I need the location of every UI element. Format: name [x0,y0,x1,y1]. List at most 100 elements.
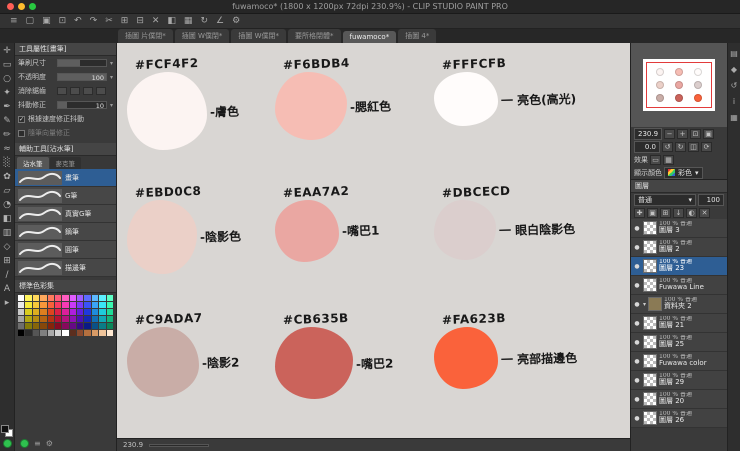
eyedropper-tool[interactable]: ✒ [1,101,14,114]
palette-color-cell[interactable] [40,330,47,336]
minimize-window-button[interactable] [18,3,25,10]
palette-color-cell[interactable] [47,295,54,301]
layer-visibility-eye-icon[interactable]: ● [633,263,641,270]
document-tab[interactable]: 插圖 4* [398,29,437,43]
palette-color-cell[interactable] [91,330,99,336]
document-tab[interactable]: fuwamoco* [342,31,397,43]
brush-list-item[interactable]: 鏑筆 [15,223,116,241]
layer-name[interactable]: 圖層 23 [659,265,692,273]
palette-settings-icon[interactable]: ⚙ [46,439,53,448]
tool-property-panel-header[interactable]: 工具屬性[畫筆] [15,43,116,56]
layer-visibility-eye-icon[interactable]: ● [633,320,641,327]
copy-icon[interactable]: ⊞ [121,16,129,26]
palette-color-cell[interactable] [99,295,106,301]
layer-thumbnail[interactable] [643,240,657,254]
navigator-rotate-value[interactable]: 0.0 [634,140,660,153]
palette-color-cell[interactable] [99,316,106,322]
palette-color-cell[interactable] [106,323,113,329]
blend-tool[interactable]: ◔ [1,199,14,212]
palette-color-cell[interactable] [54,330,62,336]
palette-color-cell[interactable] [77,316,84,322]
palette-color-cell[interactable] [69,302,77,308]
palette-color-cell[interactable] [40,295,47,301]
text-tool[interactable]: A [1,283,14,296]
brush-size-slider[interactable] [57,59,107,67]
palette-color-cell[interactable] [69,316,77,322]
ruler-tool[interactable]: ∕ [1,269,14,282]
brush-list-item[interactable]: 畫筆 [15,169,116,187]
opacity-dropdown-icon[interactable]: ▾ [110,74,113,81]
marquee-tool[interactable]: ▭ [1,59,14,72]
cut-icon[interactable]: ✂ [105,16,113,26]
layer-name[interactable]: 圖層 25 [659,341,692,349]
layer-visibility-eye-icon[interactable]: ● [633,301,641,308]
palette-color-cell[interactable] [32,309,40,315]
palette-color-cell[interactable] [106,302,113,308]
layer-row[interactable]: ● ▾ 100 % 普通 圖層 25 [631,333,727,352]
undo-icon[interactable]: ↶ [74,16,82,26]
layer-name[interactable]: Fuwawa Line [659,284,704,292]
antialias-none-button[interactable] [57,87,67,95]
menu-icon[interactable]: ≡ [10,16,18,26]
operation-tool[interactable]: ▸ [1,297,14,310]
palette-color-cell[interactable] [25,330,32,336]
layer-visibility-eye-icon[interactable]: ● [633,396,641,403]
palette-color-cell[interactable] [106,316,113,322]
palette-color-cell[interactable] [25,323,32,329]
paste-icon[interactable]: ⊟ [136,16,144,26]
airbrush-tool[interactable]: ░ [1,157,14,170]
palette-color-cell[interactable] [69,330,77,336]
palette-color-cell[interactable] [47,309,54,315]
zoom-out-icon[interactable]: − [664,128,676,139]
layer-visibility-eye-icon[interactable]: ● [633,225,641,232]
speed-correction-checkbox[interactable]: ✓ [18,115,25,123]
palette-color-cell[interactable] [62,323,69,329]
layer-name[interactable]: 圖層 20 [659,398,692,406]
palette-color-cell[interactable] [84,316,91,322]
display-color-select[interactable]: 彩色 ▾ [664,166,703,179]
document-tab[interactable]: 插圖 W僕閉* [174,29,230,43]
frame-tool[interactable]: ⊞ [1,255,14,268]
palette-color-cell[interactable] [106,309,113,315]
brush-list-item[interactable]: 描邊筆 [15,259,116,277]
palette-color-cell[interactable] [91,323,99,329]
palette-color-cell[interactable] [54,323,62,329]
information-icon[interactable]: i [733,97,735,106]
palette-color-cell[interactable] [69,309,77,315]
brush-list-item[interactable]: 真實G筆 [15,205,116,223]
layer-name[interactable]: 圖層 26 [659,417,692,425]
palette-color-cell[interactable] [62,302,69,308]
layer-thumbnail[interactable] [643,354,657,368]
layer-row[interactable]: ● ▾ 100 % 普通 圖層 21 [631,314,727,333]
palette-color-cell[interactable] [40,302,47,308]
palette-color-cell[interactable] [40,323,47,329]
layer-thumbnail[interactable] [643,335,657,349]
stabilization-slider[interactable]: 10 [57,101,107,110]
document-tab[interactable]: 插圖 片僕閉* [118,29,173,43]
main-color-chip[interactable] [1,425,9,433]
layer-row[interactable]: ● ▾ 100 % 普通 圖層 29 [631,371,727,390]
palette-color-cell[interactable] [62,330,69,336]
antialias-weak-button[interactable] [70,87,80,95]
sub-tool-group-tab[interactable]: 沾水筆 [17,157,49,169]
palette-color-cell[interactable] [99,302,106,308]
palette-color-cell[interactable] [91,309,99,315]
layer-visibility-eye-icon[interactable]: ● [633,415,641,422]
palette-color-cell[interactable] [62,309,69,315]
layer-row[interactable]: ● ▾ 100 % 普通 圖層 23 [631,257,727,276]
palette-color-cell[interactable] [18,302,25,308]
reset-rotation-icon[interactable]: ⟳ [701,141,712,152]
palette-color-cell[interactable] [54,302,62,308]
blend-mode-select[interactable]: 普通 ▾ [634,193,696,206]
palette-color-cell[interactable] [91,316,99,322]
duplicate-layer-icon[interactable]: ⊞ [660,207,671,218]
fill-icon[interactable]: ◧ [167,16,176,26]
layer-row[interactable]: ● ▾ 100 % 普通 圖層 3 [631,219,727,238]
layer-row[interactable]: ● ▾ 100 % 普通 Fuwawa Line [631,276,727,295]
redo-icon[interactable]: ↷ [90,16,98,26]
palette-color-cell[interactable] [18,295,25,301]
antialias-strong-button[interactable] [96,87,106,95]
layer-name[interactable]: Fuwawa color [659,360,707,368]
new-folder-icon[interactable]: ▣ [647,207,658,218]
layer-thumbnail[interactable] [643,259,657,273]
